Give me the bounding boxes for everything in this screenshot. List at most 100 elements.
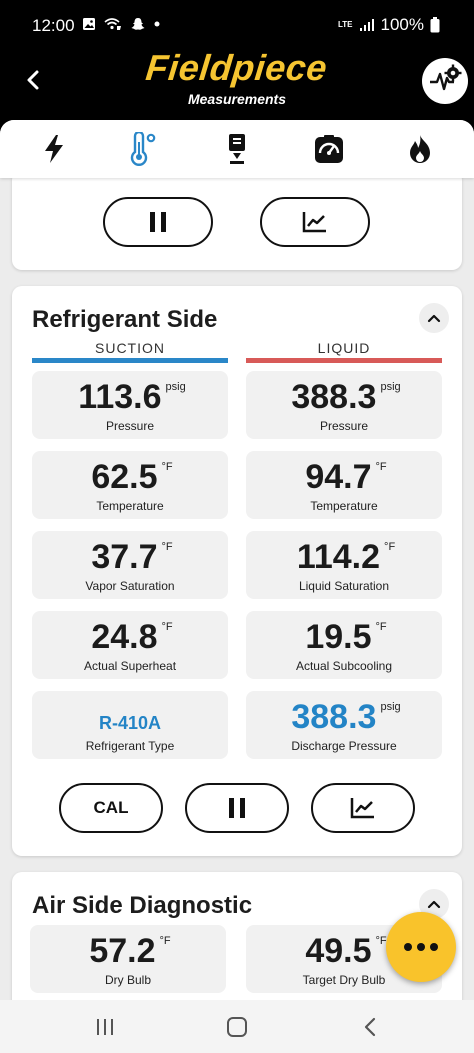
trend-button[interactable] [311, 783, 415, 833]
battery-icon [430, 17, 440, 33]
target-dry-bulb-value: 49.5 [305, 932, 372, 970]
recent-apps-icon [97, 1019, 113, 1035]
unit: °F [375, 935, 387, 947]
snapchat-icon [131, 18, 145, 30]
actual-superheat-value: 24.8 [91, 618, 158, 656]
brand: Fieldpiece Measurements [0, 47, 474, 107]
unit: °F [161, 621, 173, 633]
app-header: Fieldpiece Measurements [0, 47, 474, 120]
controls-card [12, 170, 462, 270]
tile-label: Pressure [319, 419, 369, 433]
pause-button[interactable] [185, 783, 289, 833]
pulse-gear-icon [430, 64, 462, 91]
recent-apps-button[interactable] [90, 1012, 120, 1042]
suction-pressure-tile[interactable]: 113.6 psig Pressure [32, 371, 228, 439]
unit: °F [161, 541, 173, 553]
tile-label: Pressure [105, 419, 155, 433]
tile-label: Temperature [96, 499, 164, 513]
pause-icon [150, 212, 166, 232]
vapor-saturation-tile[interactable]: 37.7 °F Vapor Saturation [32, 531, 228, 599]
liquid-label: LIQUID [317, 340, 371, 356]
tile-label: Liquid Saturation [298, 579, 390, 593]
wifi-call-icon [104, 18, 121, 30]
brand-logo: Fieldpiece [144, 47, 330, 88]
dry-bulb-value: 57.2 [89, 932, 156, 970]
unit: °F [375, 621, 387, 633]
suction-temperature-value: 62.5 [91, 458, 158, 496]
tile-label: Actual Superheat [83, 659, 177, 673]
status-bar: 12:00 LTE 100% [0, 0, 474, 52]
pause-icon [229, 798, 245, 818]
suction-label: SUCTION [95, 340, 165, 356]
thermometer-icon [131, 132, 156, 166]
lightning-icon [44, 135, 63, 163]
refrigerant-type-tile[interactable]: R-410A Refrigerant Type [32, 691, 228, 759]
liquid-saturation-value: 114.2 [296, 538, 381, 576]
gauge-icon [314, 135, 343, 163]
signal-icon [359, 19, 374, 31]
unit: psig [380, 381, 401, 393]
unit: °F [384, 541, 396, 553]
collapse-refrigerant-button[interactable] [419, 303, 449, 333]
tile-label: Discharge Pressure [291, 739, 397, 753]
tile-label: Temperature [310, 499, 378, 513]
tab-gauge[interactable] [304, 127, 354, 171]
system-nav-bar [0, 1000, 474, 1053]
discharge-pressure-tile[interactable]: 388.3 psig Discharge Pressure [246, 691, 442, 759]
back-nav-button[interactable] [355, 1012, 385, 1042]
unit: °F [161, 461, 173, 473]
liquid-pressure-tile[interactable]: 388.3 psig Pressure [246, 371, 442, 439]
back-chevron-icon [364, 1017, 376, 1037]
actual-superheat-tile[interactable]: 24.8 °F Actual Superheat [32, 611, 228, 679]
chevron-up-icon [427, 314, 441, 323]
trend-button[interactable] [260, 197, 370, 247]
actual-subcooling-value: 19.5 [305, 618, 372, 656]
tab-electrical[interactable] [29, 127, 79, 171]
suction-bar [32, 358, 228, 363]
liquid-pressure-value: 388.3 [291, 378, 377, 416]
measurements-content[interactable]: Refrigerant Side SUCTION LIQUID 113.6 psi… [0, 120, 474, 1000]
section-title-air-side: Air Side Diagnostic [32, 892, 253, 919]
home-button[interactable] [222, 1012, 252, 1042]
refrigerant-type-value: R-410A [98, 713, 162, 733]
unit: °F [159, 935, 171, 947]
tile-label: Vapor Saturation [85, 579, 175, 593]
trend-chart-icon [350, 798, 374, 819]
section-title-refrigerant: Refrigerant Side [32, 306, 218, 333]
page-subtitle: Measurements [187, 91, 287, 107]
suction-temperature-tile[interactable]: 62.5 °F Temperature [32, 451, 228, 519]
vapor-saturation-value: 37.7 [91, 538, 158, 576]
unit: °F [375, 461, 387, 473]
more-dot-icon [417, 943, 425, 951]
network-type: LTE [338, 20, 353, 29]
discharge-pressure-value: 388.3 [291, 698, 377, 736]
tab-temperature[interactable] [120, 127, 170, 171]
refrigerant-side-card: Refrigerant Side SUCTION LIQUID 113.6 psi… [12, 286, 462, 856]
liquid-saturation-tile[interactable]: 114.2 °F Liquid Saturation [246, 531, 442, 599]
chevron-up-icon [427, 900, 441, 909]
battery-percent: 100% [380, 15, 424, 34]
dry-bulb-tile[interactable]: 57.2 °F Dry Bulb [30, 925, 226, 993]
flame-icon [410, 135, 431, 163]
unit: psig [380, 701, 401, 713]
liquid-temperature-tile[interactable]: 94.7 °F Temperature [246, 451, 442, 519]
home-icon [227, 1017, 247, 1037]
liquid-temperature-value: 94.7 [305, 458, 372, 496]
liquid-bar [246, 358, 442, 363]
cal-button[interactable]: CAL [59, 783, 163, 833]
tile-label: Refrigerant Type [85, 739, 175, 753]
tab-combustion[interactable] [395, 127, 445, 171]
actual-subcooling-tile[interactable]: 19.5 °F Actual Subcooling [246, 611, 442, 679]
monitor-settings-button[interactable] [422, 58, 468, 104]
gallery-icon [83, 18, 95, 30]
more-dot-icon [430, 943, 438, 951]
status-time: 12:00 [32, 16, 75, 35]
tab-probe[interactable] [212, 127, 262, 171]
pause-button[interactable] [103, 197, 213, 247]
more-dot-icon [404, 943, 412, 951]
cal-label: CAL [93, 798, 129, 817]
trend-chart-icon [302, 212, 326, 233]
tile-label: Dry Bulb [104, 973, 151, 987]
more-options-button[interactable] [386, 912, 456, 982]
measurement-tabs [0, 120, 474, 178]
